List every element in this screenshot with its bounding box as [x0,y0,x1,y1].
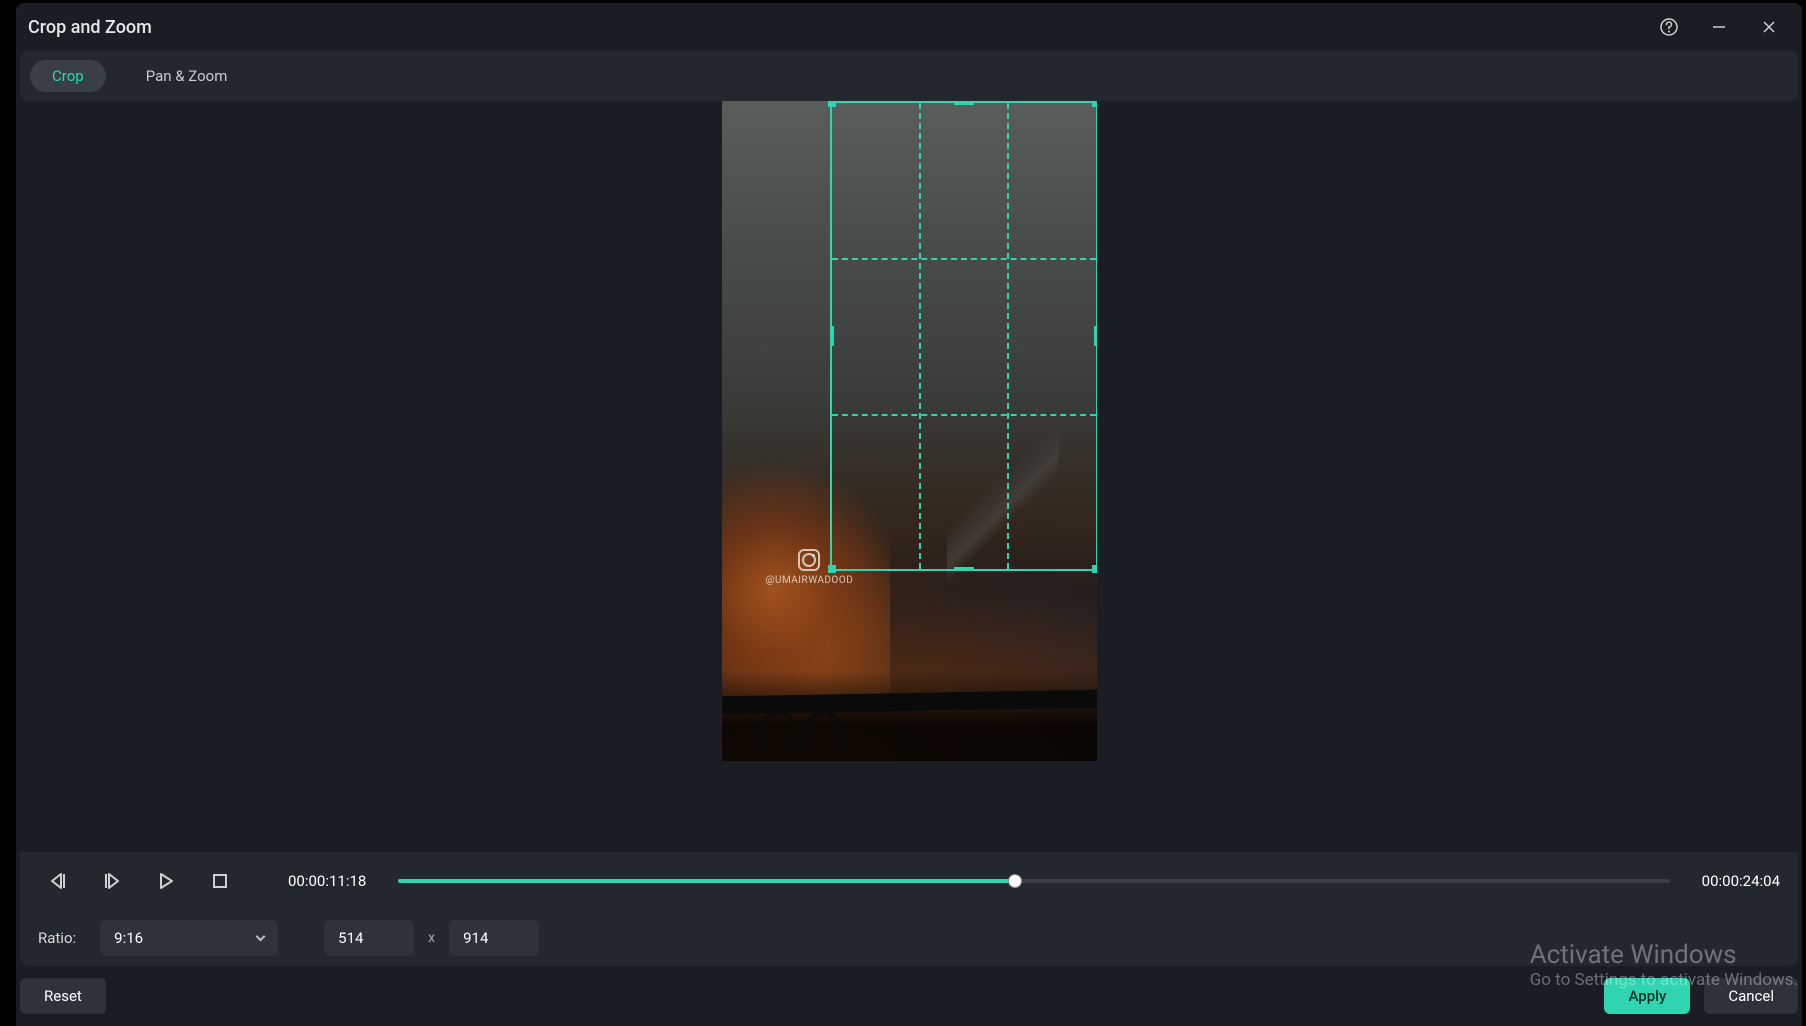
video-railing [722,671,1097,761]
crop-grid-line [1007,103,1009,569]
total-duration: 00:00:24:04 [1702,872,1780,890]
help-icon[interactable] [1646,9,1692,45]
timeline-slider[interactable] [398,879,1669,883]
dimension-separator: x [428,930,435,946]
chevron-down-icon [256,931,266,941]
play-icon[interactable] [146,863,186,899]
timeline-fill [398,879,1015,883]
crop-box[interactable] [830,101,1097,571]
width-input[interactable] [324,920,414,956]
window-buttons [1646,9,1792,45]
crop-grid-line [832,414,1096,416]
crop-handle-br[interactable] [1092,565,1097,573]
instagram-icon [798,549,820,571]
titlebar: Crop and Zoom [16,3,1802,51]
crop-grid-line [832,258,1096,260]
apply-button[interactable]: Apply [1604,978,1690,1014]
ratio-select[interactable]: 9:16 [100,920,278,956]
window-title: Crop and Zoom [28,17,152,38]
footer-right: Apply Cancel [1604,978,1798,1014]
footer: Reset Apply Cancel [16,966,1802,1026]
ratio-value: 9:16 [114,929,143,947]
tab-crop[interactable]: Crop [30,60,106,92]
current-time: 00:00:11:18 [288,872,366,890]
timeline-thumb[interactable] [1008,874,1022,888]
tab-pan-zoom[interactable]: Pan & Zoom [124,60,250,92]
cancel-button[interactable]: Cancel [1704,978,1798,1014]
crop-zoom-window: Crop and Zoom Crop Pan & Zoom [16,3,1802,1026]
crop-handle-r[interactable] [1094,326,1097,346]
reset-button[interactable]: Reset [20,978,106,1014]
crop-handle-bl[interactable] [828,565,836,573]
crop-handle-tl[interactable] [828,101,836,107]
watermark-text: @UMAIRWADOOD [766,575,854,586]
playback-controls: 00:00:11:18 00:00:24:04 [20,852,1798,910]
crop-handle-t[interactable] [954,101,974,105]
video-frame[interactable]: @UMAIRWADOOD [722,101,1097,761]
next-frame-icon[interactable] [92,863,132,899]
ratio-bar: Ratio: 9:16 x [20,910,1798,966]
mode-tabs: Crop Pan & Zoom [20,51,1798,101]
prev-frame-icon[interactable] [38,863,78,899]
ratio-label: Ratio: [38,929,76,947]
height-input[interactable] [449,920,539,956]
stop-icon[interactable] [200,863,240,899]
crop-handle-tr[interactable] [1092,101,1097,107]
minimize-icon[interactable] [1696,9,1742,45]
preview-area: @UMAIRWADOOD [16,101,1802,852]
close-icon[interactable] [1746,9,1792,45]
crop-handle-b[interactable] [954,567,974,571]
crop-grid-line [919,103,921,569]
crop-handle-l[interactable] [830,326,834,346]
tabs-container: Crop Pan & Zoom [16,51,1802,101]
